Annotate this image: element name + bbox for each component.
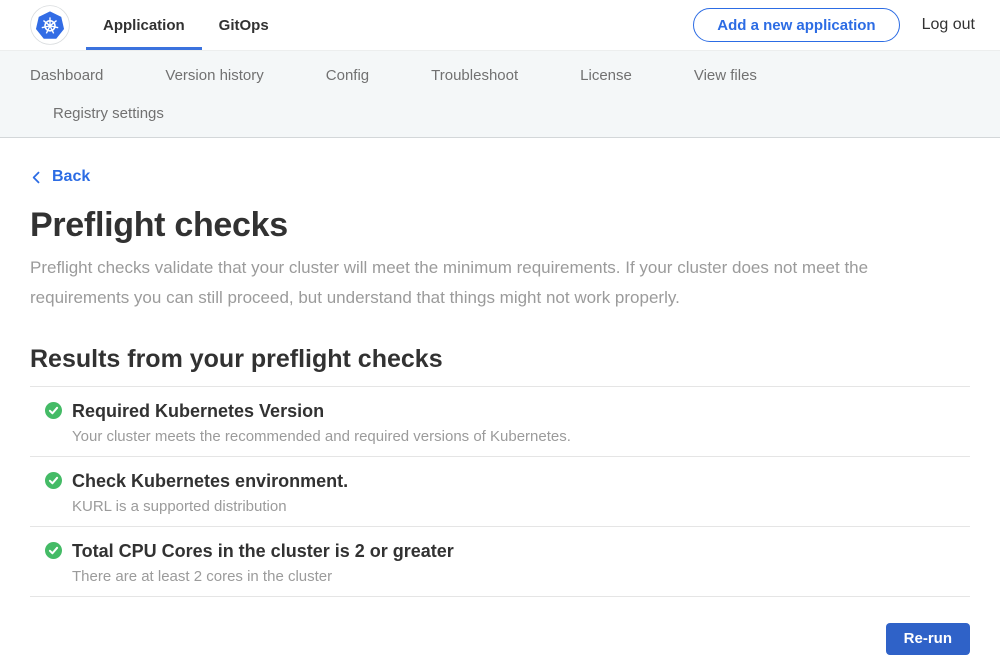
check-content: Total CPU Cores in the cluster is 2 or g… xyxy=(72,540,454,586)
tab-application[interactable]: Application xyxy=(86,0,202,50)
check-title: Check Kubernetes environment. xyxy=(72,470,348,492)
add-new-application-button[interactable]: Add a new application xyxy=(693,8,899,42)
check-circle-icon xyxy=(45,402,62,419)
check-title: Required Kubernetes Version xyxy=(72,400,571,422)
logout-link[interactable]: Log out xyxy=(922,16,975,34)
check-circle-icon xyxy=(45,542,62,559)
check-description: Your cluster meets the recommended and r… xyxy=(72,428,571,446)
subnav-row-2: Registry settings xyxy=(22,94,1000,132)
check-description: KURL is a supported distribution xyxy=(72,498,348,516)
rerun-button[interactable]: Re-run xyxy=(886,623,970,655)
preflight-check-row: Total CPU Cores in the cluster is 2 or g… xyxy=(30,527,970,597)
preflight-results-list: Required Kubernetes Version Your cluster… xyxy=(30,386,970,597)
page-title: Preflight checks xyxy=(30,206,970,245)
subnav-item-view-files[interactable]: View files xyxy=(663,67,788,84)
back-link-label: Back xyxy=(52,168,90,186)
subnav-row-1: Dashboard Version history Config Trouble… xyxy=(22,56,1000,94)
app-subnav: Dashboard Version history Config Trouble… xyxy=(0,51,1000,138)
back-link[interactable]: Back xyxy=(30,168,90,186)
subnav-item-version-history[interactable]: Version history xyxy=(134,67,294,84)
check-content: Check Kubernetes environment. KURL is a … xyxy=(72,470,348,516)
tab-gitops[interactable]: GitOps xyxy=(202,0,286,50)
subnav-item-troubleshoot[interactable]: Troubleshoot xyxy=(400,67,549,84)
subnav-item-registry-settings[interactable]: Registry settings xyxy=(22,105,195,122)
page-description: Preflight checks validate that your clus… xyxy=(30,253,942,313)
tab-gitops-label: GitOps xyxy=(219,17,269,34)
chevron-left-icon xyxy=(30,170,43,185)
check-circle-icon xyxy=(45,472,62,489)
check-description: There are at least 2 cores in the cluste… xyxy=(72,568,454,586)
results-heading: Results from your preflight checks xyxy=(30,345,970,374)
tab-application-label: Application xyxy=(103,17,185,34)
subnav-item-dashboard[interactable]: Dashboard xyxy=(22,67,134,84)
check-content: Required Kubernetes Version Your cluster… xyxy=(72,400,571,446)
preflight-page: Back Preflight checks Preflight checks v… xyxy=(0,138,1000,655)
subnav-item-config[interactable]: Config xyxy=(295,67,400,84)
preflight-check-row: Required Kubernetes Version Your cluster… xyxy=(30,387,970,457)
actions-bar: Re-run xyxy=(30,623,970,655)
kubernetes-logo-icon xyxy=(30,5,70,45)
header-tabs: Application GitOps xyxy=(86,0,286,50)
preflight-check-row: Check Kubernetes environment. KURL is a … xyxy=(30,457,970,527)
check-title: Total CPU Cores in the cluster is 2 or g… xyxy=(72,540,454,562)
top-navigation: Application GitOps Add a new application… xyxy=(0,0,1000,51)
subnav-item-license[interactable]: License xyxy=(549,67,663,84)
